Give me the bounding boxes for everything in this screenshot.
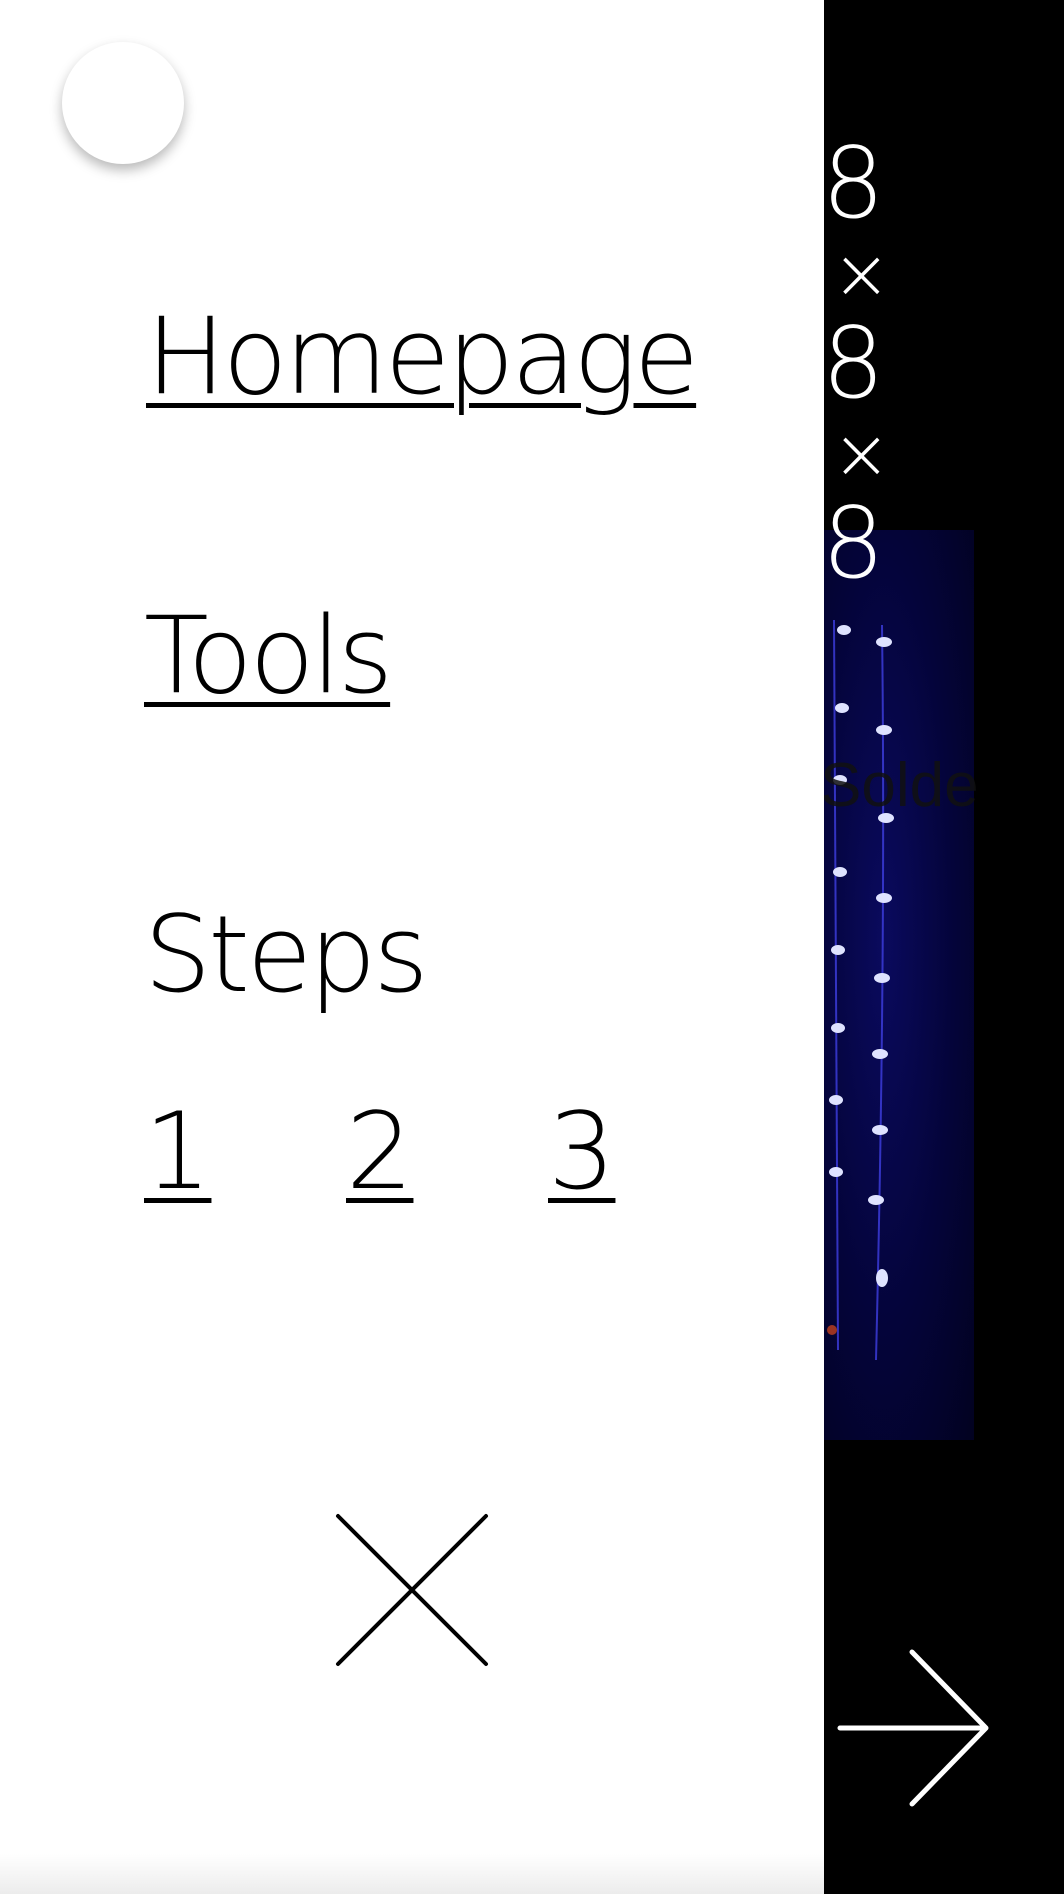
led-cube-photo: [824, 530, 974, 1440]
step-link-2[interactable]: 2: [346, 1090, 413, 1213]
close-icon: [336, 1514, 488, 1666]
hero-title-line: 8: [822, 487, 884, 601]
close-menu-button[interactable]: [334, 1512, 490, 1668]
app-viewport: 8 × 8 × 8 Solde Homepage Tools Steps 1 2…: [0, 0, 1064, 1894]
arrow-right-icon[interactable]: [836, 1648, 992, 1808]
step-link-1[interactable]: 1: [144, 1090, 211, 1213]
steps-heading: Steps: [144, 893, 429, 1016]
nav-link-tools[interactable]: Tools: [144, 594, 393, 717]
page-hero-title: 8 × 8 × 8: [822, 127, 932, 601]
logo-circle[interactable]: [62, 42, 184, 164]
navigation-drawer: Homepage Tools Steps 1 2 3: [0, 0, 824, 1894]
hero-title-line: 8: [822, 127, 884, 241]
hero-title-line: 8: [822, 307, 884, 421]
page-subtitle: Solde: [820, 751, 979, 820]
nav-link-homepage[interactable]: Homepage: [146, 295, 699, 418]
step-link-3[interactable]: 3: [548, 1090, 615, 1213]
